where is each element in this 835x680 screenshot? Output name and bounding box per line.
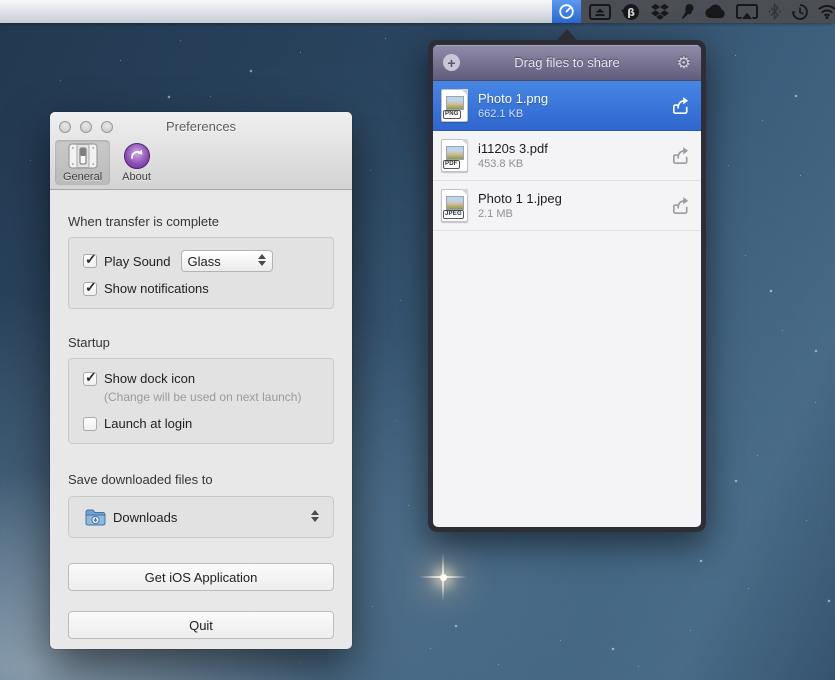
file-type-badge: PDF: [443, 160, 460, 169]
save-section-heading: Save downloaded files to: [68, 472, 334, 487]
sound-select[interactable]: Glass: [181, 250, 273, 272]
share-icon[interactable]: [670, 145, 691, 166]
launch-at-login-label: Launch at login: [104, 416, 192, 431]
window-title: Preferences: [50, 119, 352, 134]
sound-select-value: Glass: [188, 254, 221, 269]
startup-groupbox: Show dock icon (Change will be used on n…: [68, 358, 334, 444]
preferences-titlebar: Preferences General: [50, 112, 352, 190]
add-file-button[interactable]: +: [443, 54, 460, 71]
dock-icon-hint: (Change will be used on next launch): [104, 390, 319, 404]
share-popover: + Drag files to share ⚙ PNG Photo 1.png …: [428, 40, 706, 532]
popover-arrow: [557, 29, 577, 40]
preferences-toolbar: General About: [55, 140, 159, 185]
time-machine-icon[interactable]: [789, 0, 810, 23]
tab-general-label: General: [63, 171, 102, 183]
play-sound-checkbox[interactable]: [83, 254, 97, 268]
popover-title: Drag files to share: [433, 55, 701, 70]
file-name: i1120s 3.pdf: [478, 141, 670, 156]
pin-icon[interactable]: [678, 0, 696, 23]
transfer-timer-icon: [558, 3, 575, 20]
tab-general[interactable]: General: [55, 140, 110, 185]
pdf-file-icon: PDF: [441, 139, 468, 172]
dropbox-icon[interactable]: [648, 0, 672, 23]
file-row[interactable]: JPEG Photo 1 1.jpeg 2.1 MB: [433, 181, 701, 231]
show-dock-icon-checkbox[interactable]: [83, 372, 97, 386]
gear-icon: ⚙: [677, 55, 691, 72]
popover-header: + Drag files to share ⚙: [433, 45, 701, 81]
play-sound-label: Play Sound: [104, 254, 171, 269]
popup-stepper-icon: [258, 254, 266, 266]
about-icon: [124, 143, 150, 169]
share-icon[interactable]: [670, 95, 691, 116]
preferences-content: When transfer is complete Play Sound Gla…: [50, 214, 352, 639]
downloads-folder-icon: [85, 509, 106, 529]
tab-about[interactable]: About: [114, 140, 159, 185]
png-file-icon: PNG: [441, 89, 468, 122]
bright-star: [440, 574, 447, 581]
quit-button[interactable]: Quit: [68, 611, 334, 639]
get-ios-application-button[interactable]: Get iOS Application: [68, 563, 334, 591]
jpeg-file-icon: JPEG: [441, 189, 468, 222]
svg-text:β: β: [627, 6, 635, 19]
transfer-groupbox: Play Sound Glass Show notifications: [68, 237, 334, 309]
cloud-icon[interactable]: [702, 0, 728, 23]
switch-icon: [68, 143, 98, 169]
popup-stepper-icon: [311, 510, 319, 522]
file-type-badge: JPEG: [443, 210, 464, 219]
show-dock-icon-label: Show dock icon: [104, 371, 195, 386]
file-row[interactable]: PNG Photo 1.png 662.1 KB: [433, 81, 701, 131]
popover-content: + Drag files to share ⚙ PNG Photo 1.png …: [433, 45, 701, 527]
transfer-section-heading: When transfer is complete: [68, 214, 334, 229]
file-row[interactable]: PDF i1120s 3.pdf 453.8 KB: [433, 131, 701, 181]
plus-icon: +: [447, 56, 455, 70]
file-size: 2.1 MB: [478, 208, 670, 220]
bluetooth-icon[interactable]: [766, 0, 783, 23]
startup-section-heading: Startup: [68, 335, 334, 350]
show-notifications-label: Show notifications: [104, 281, 209, 296]
menu-bar: β: [0, 0, 835, 23]
file-type-badge: PNG: [443, 110, 461, 119]
preferences-window: Preferences General: [50, 112, 352, 649]
wifi-icon[interactable]: [816, 0, 835, 23]
settings-button[interactable]: ⚙: [677, 53, 691, 73]
share-icon[interactable]: [670, 195, 691, 216]
show-notifications-checkbox[interactable]: [83, 282, 97, 296]
file-size: 662.1 KB: [478, 108, 670, 120]
file-size: 453.8 KB: [478, 158, 670, 170]
tab-about-label: About: [122, 171, 151, 183]
save-folder-value: Downloads: [113, 510, 177, 525]
drop-zone[interactable]: [433, 231, 701, 527]
app-menubar-icon-active[interactable]: [552, 0, 581, 23]
eject-box-icon[interactable]: [587, 0, 613, 23]
save-folder-select[interactable]: Downloads: [68, 496, 334, 538]
file-name: Photo 1.png: [478, 91, 670, 106]
file-name: Photo 1 1.jpeg: [478, 191, 670, 206]
launch-at-login-checkbox[interactable]: [83, 417, 97, 431]
beta-icon[interactable]: β: [619, 0, 642, 23]
airplay-icon[interactable]: [734, 0, 760, 23]
menu-bar-status-area: β: [552, 0, 835, 23]
